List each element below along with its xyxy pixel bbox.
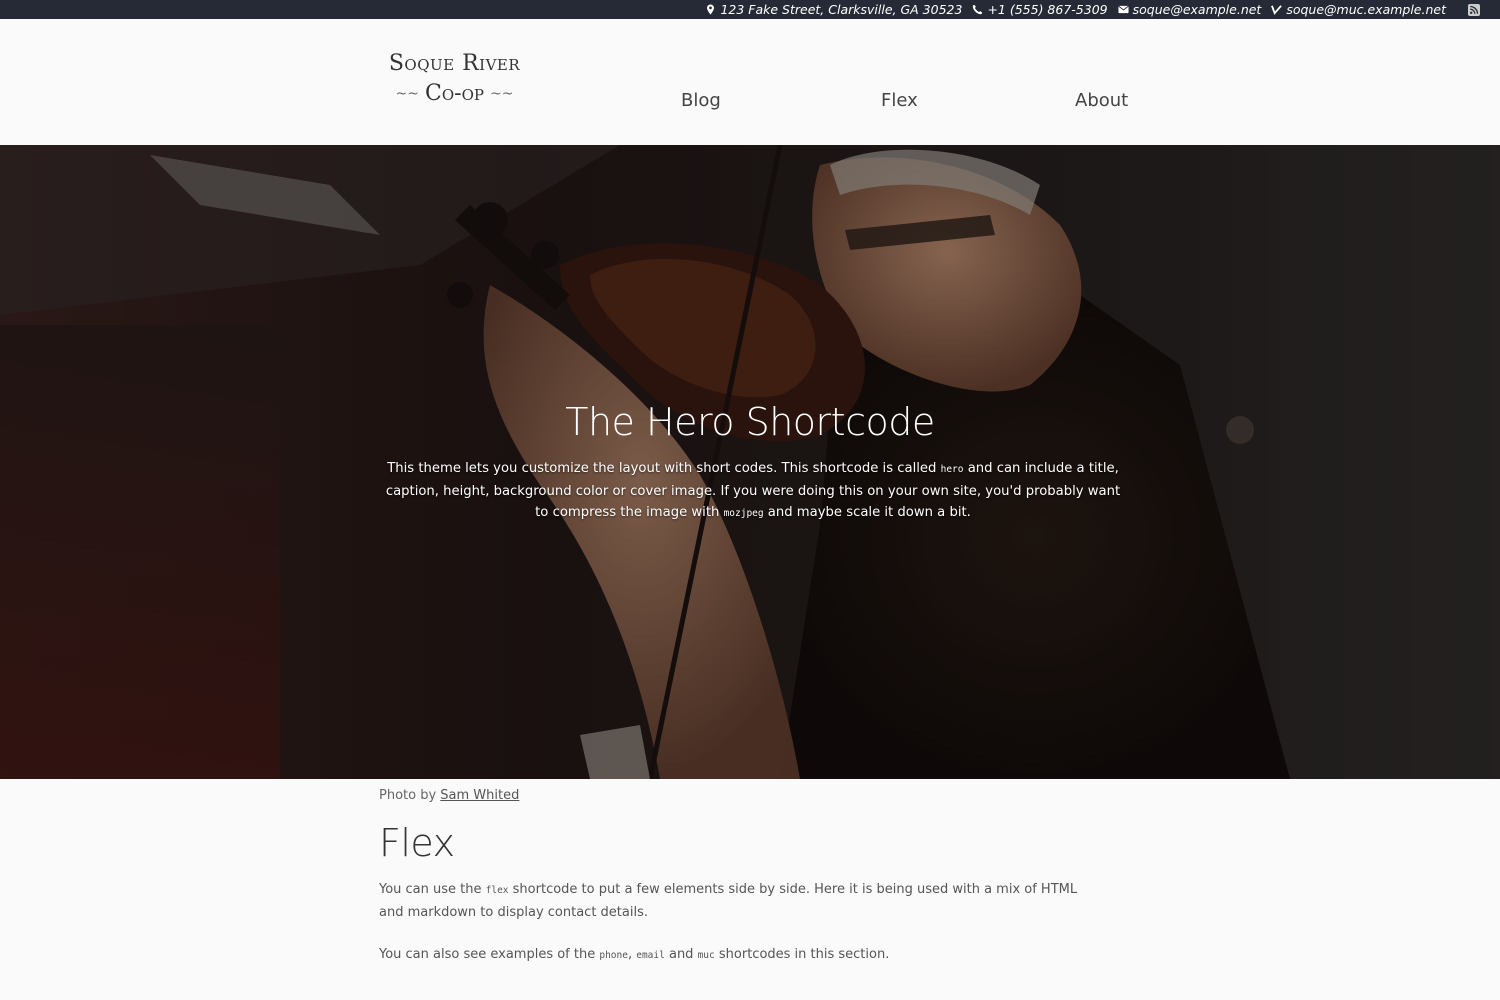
flex-p2-text-a: You can also see examples of the <box>379 947 600 962</box>
muc-text: soque@muc.example.net <box>1286 2 1446 17</box>
main-content: Photo by Sam Whited Flex You can use the… <box>379 779 1099 967</box>
flex-p2-sep-1: , <box>627 947 637 962</box>
site-logo[interactable]: Soque River ~~ Co-op ~~ <box>387 49 522 109</box>
flex-p1-text-a: You can use the <box>379 882 486 897</box>
muc-item[interactable]: soque@muc.example.net <box>1271 2 1446 17</box>
phone-icon <box>973 4 983 15</box>
photographer-link[interactable]: Sam Whited <box>440 788 519 803</box>
flex-paragraph-1: You can use the flex shortcode to put a … <box>379 879 1099 923</box>
hero-caption-text-1: This theme lets you customize the layout… <box>387 461 941 476</box>
vine-icon <box>1271 5 1283 15</box>
rss-link[interactable] <box>1468 3 1480 16</box>
contact-topbar: 123 Fake Street, Clarksville, GA 30523 +… <box>0 0 1500 19</box>
logo-line-1: Soque River <box>388 51 521 76</box>
photo-credit: Photo by Sam Whited <box>379 788 1099 803</box>
phone-item[interactable]: +1 (555) 867-5309 <box>972 2 1108 17</box>
logo-tilde-left: ~~ <box>395 86 420 102</box>
address-item[interactable]: 123 Fake Street, Clarksville, GA 30523 <box>705 2 962 17</box>
envelope-icon <box>1118 5 1129 14</box>
hero-banner: The Hero Shortcode This theme lets you c… <box>0 145 1500 779</box>
phone-text: +1 (555) 867-5309 <box>987 2 1108 17</box>
flex-p2-sep-2: and <box>664 947 698 962</box>
site-header: Soque River ~~ Co-op ~~ Blog Flex About <box>0 19 1500 145</box>
email-item[interactable]: soque@example.net <box>1118 2 1262 17</box>
logo-tilde-right: ~~ <box>489 86 514 102</box>
nav-item-about[interactable]: About <box>1075 90 1128 111</box>
flex-heading: Flex <box>379 821 455 865</box>
hero-code-mozjpeg: mozjpeg <box>723 508 764 519</box>
logo-line-2: ~~ Co-op ~~ <box>387 79 522 109</box>
flex-paragraph-2: You can also see examples of the phone, … <box>379 944 1099 967</box>
photo-credit-prefix: Photo by <box>379 788 441 803</box>
flex-p2-text-b: shortcodes in this section. <box>714 947 890 962</box>
hero-caption-text-3: and maybe scale it down a bit. <box>763 505 971 520</box>
hero-code-hero: hero <box>940 464 964 475</box>
rss-icon <box>1468 3 1480 16</box>
flex-code-muc: muc <box>697 950 715 961</box>
flex-code-email: email <box>636 950 665 961</box>
flex-code-phone: phone <box>599 950 628 961</box>
nav-item-flex[interactable]: Flex <box>881 90 918 111</box>
address-text: 123 Fake Street, Clarksville, GA 30523 <box>720 2 963 17</box>
flex-code-flex: flex <box>485 885 509 896</box>
map-marker-icon <box>707 4 715 15</box>
email-text: soque@example.net <box>1132 2 1262 17</box>
logo-coop-text: Co-op <box>425 81 484 106</box>
hero-title: The Hero Shortcode <box>565 400 935 444</box>
nav-item-blog[interactable]: Blog <box>681 90 721 111</box>
hero-caption: This theme lets you customize the layout… <box>384 458 1122 525</box>
